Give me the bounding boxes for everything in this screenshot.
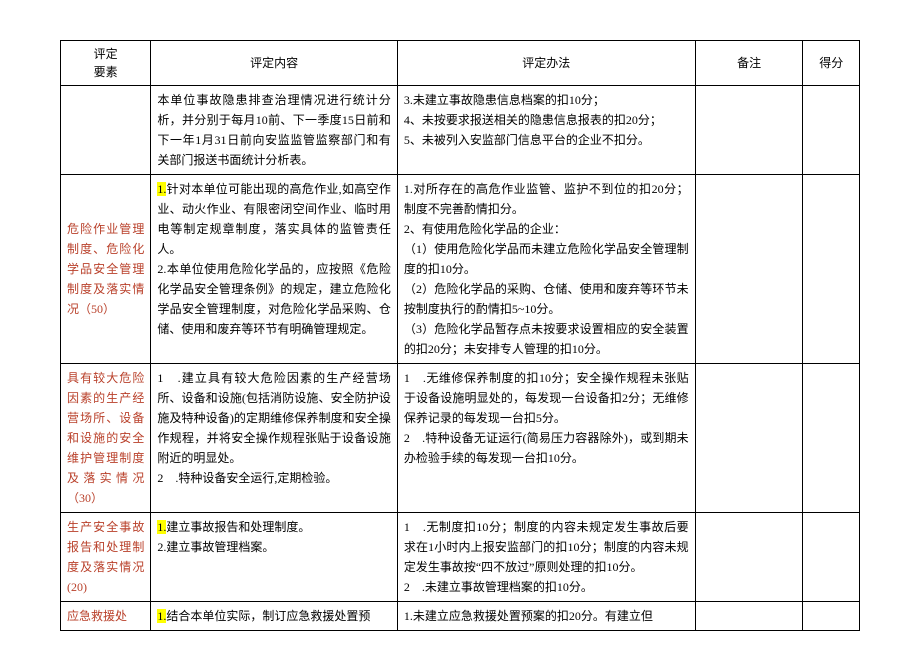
header-element: 评定 要素 — [61, 41, 151, 86]
content-text: 结合本单位实际，制订应急救援处置预 — [166, 609, 370, 623]
score-cell — [803, 513, 860, 602]
content-cell: 1.针对本单位可能出现的高危作业,如高空作业、动火作业、有限密闭空间作业、临时用… — [151, 175, 397, 364]
header-element-line2: 要素 — [94, 65, 118, 79]
remark-cell — [695, 175, 803, 364]
method-cell: 1.对所存在的高危作业监管、监护不到位的扣20分；制度不完善酌情扣分。 2、有使… — [397, 175, 695, 364]
score-cell — [803, 602, 860, 631]
content-cell: 本单位事故隐患排查治理情况进行统计分析，并分别于每月10前、下一季度15日前和下… — [151, 86, 397, 175]
score-cell — [803, 86, 860, 175]
table-row: 生产安全事故报告和处理制度及落实情况(20)1.建立事故报告和处理制度。 2.建… — [61, 513, 860, 602]
header-method: 评定办法 — [397, 41, 695, 86]
content-text: 建立事故报告和处理制度。 2.建立事故管理档案。 — [157, 520, 310, 554]
header-remark: 备注 — [695, 41, 803, 86]
content-text: 本单位事故隐患排查治理情况进行统计分析，并分别于每月10前、下一季度15日前和下… — [157, 93, 390, 167]
header-content: 评定内容 — [151, 41, 397, 86]
remark-cell — [695, 513, 803, 602]
score-cell — [803, 175, 860, 364]
method-cell: 1 .无制度扣10分；制度的内容未规定发生事故后要求在1小时内上报安监部门的扣1… — [397, 513, 695, 602]
remark-cell — [695, 602, 803, 631]
element-cell: 危险作业管理制度、危险化学品安全管理制度及落实情况（50） — [61, 175, 151, 364]
assessment-table: 评定 要素 评定内容 评定办法 备注 得分 本单位事故隐患排查治理情况进行统计分… — [60, 40, 860, 631]
content-text: 1 .建立具有较大危险因素的生产经营场所、设备和设施(包括消防设施、安全防护设施… — [157, 371, 390, 485]
table-row: 本单位事故隐患排查治理情况进行统计分析，并分别于每月10前、下一季度15日前和下… — [61, 86, 860, 175]
method-cell: 1 .无维修保养制度的扣10分；安全操作规程未张贴于设备设施明显处的，每发现一台… — [397, 364, 695, 513]
content-cell: 1.建立事故报告和处理制度。 2.建立事故管理档案。 — [151, 513, 397, 602]
remark-cell — [695, 364, 803, 513]
method-cell: 3.未建立事故隐患信息档案的扣10分； 4、未按要求报送相关的隐患信息报表的扣2… — [397, 86, 695, 175]
method-cell: 1.未建立应急救援处置预案的扣20分。有建立但 — [397, 602, 695, 631]
table-header-row: 评定 要素 评定内容 评定办法 备注 得分 — [61, 41, 860, 86]
content-cell: 1 .建立具有较大危险因素的生产经营场所、设备和设施(包括消防设施、安全防护设施… — [151, 364, 397, 513]
table-row: 应急救援处1.结合本单位实际，制订应急救援处置预1.未建立应急救援处置预案的扣2… — [61, 602, 860, 631]
element-cell: 生产安全事故报告和处理制度及落实情况(20) — [61, 513, 151, 602]
element-cell: 应急救援处 — [61, 602, 151, 631]
header-score: 得分 — [803, 41, 860, 86]
remark-cell — [695, 86, 803, 175]
content-text: 针对本单位可能出现的高危作业,如高空作业、动火作业、有限密闭空间作业、临时用电等… — [157, 182, 390, 336]
table-row: 危险作业管理制度、危险化学品安全管理制度及落实情况（50）1.针对本单位可能出现… — [61, 175, 860, 364]
element-cell — [61, 86, 151, 175]
header-element-line1: 评定 — [94, 47, 118, 61]
content-cell: 1.结合本单位实际，制订应急救援处置预 — [151, 602, 397, 631]
score-cell — [803, 364, 860, 513]
element-cell: 具有较大危险因素的生产经营场所、设备和设施的安全维护管理制度及落实情况（30） — [61, 364, 151, 513]
table-row: 具有较大危险因素的生产经营场所、设备和设施的安全维护管理制度及落实情况（30）1… — [61, 364, 860, 513]
